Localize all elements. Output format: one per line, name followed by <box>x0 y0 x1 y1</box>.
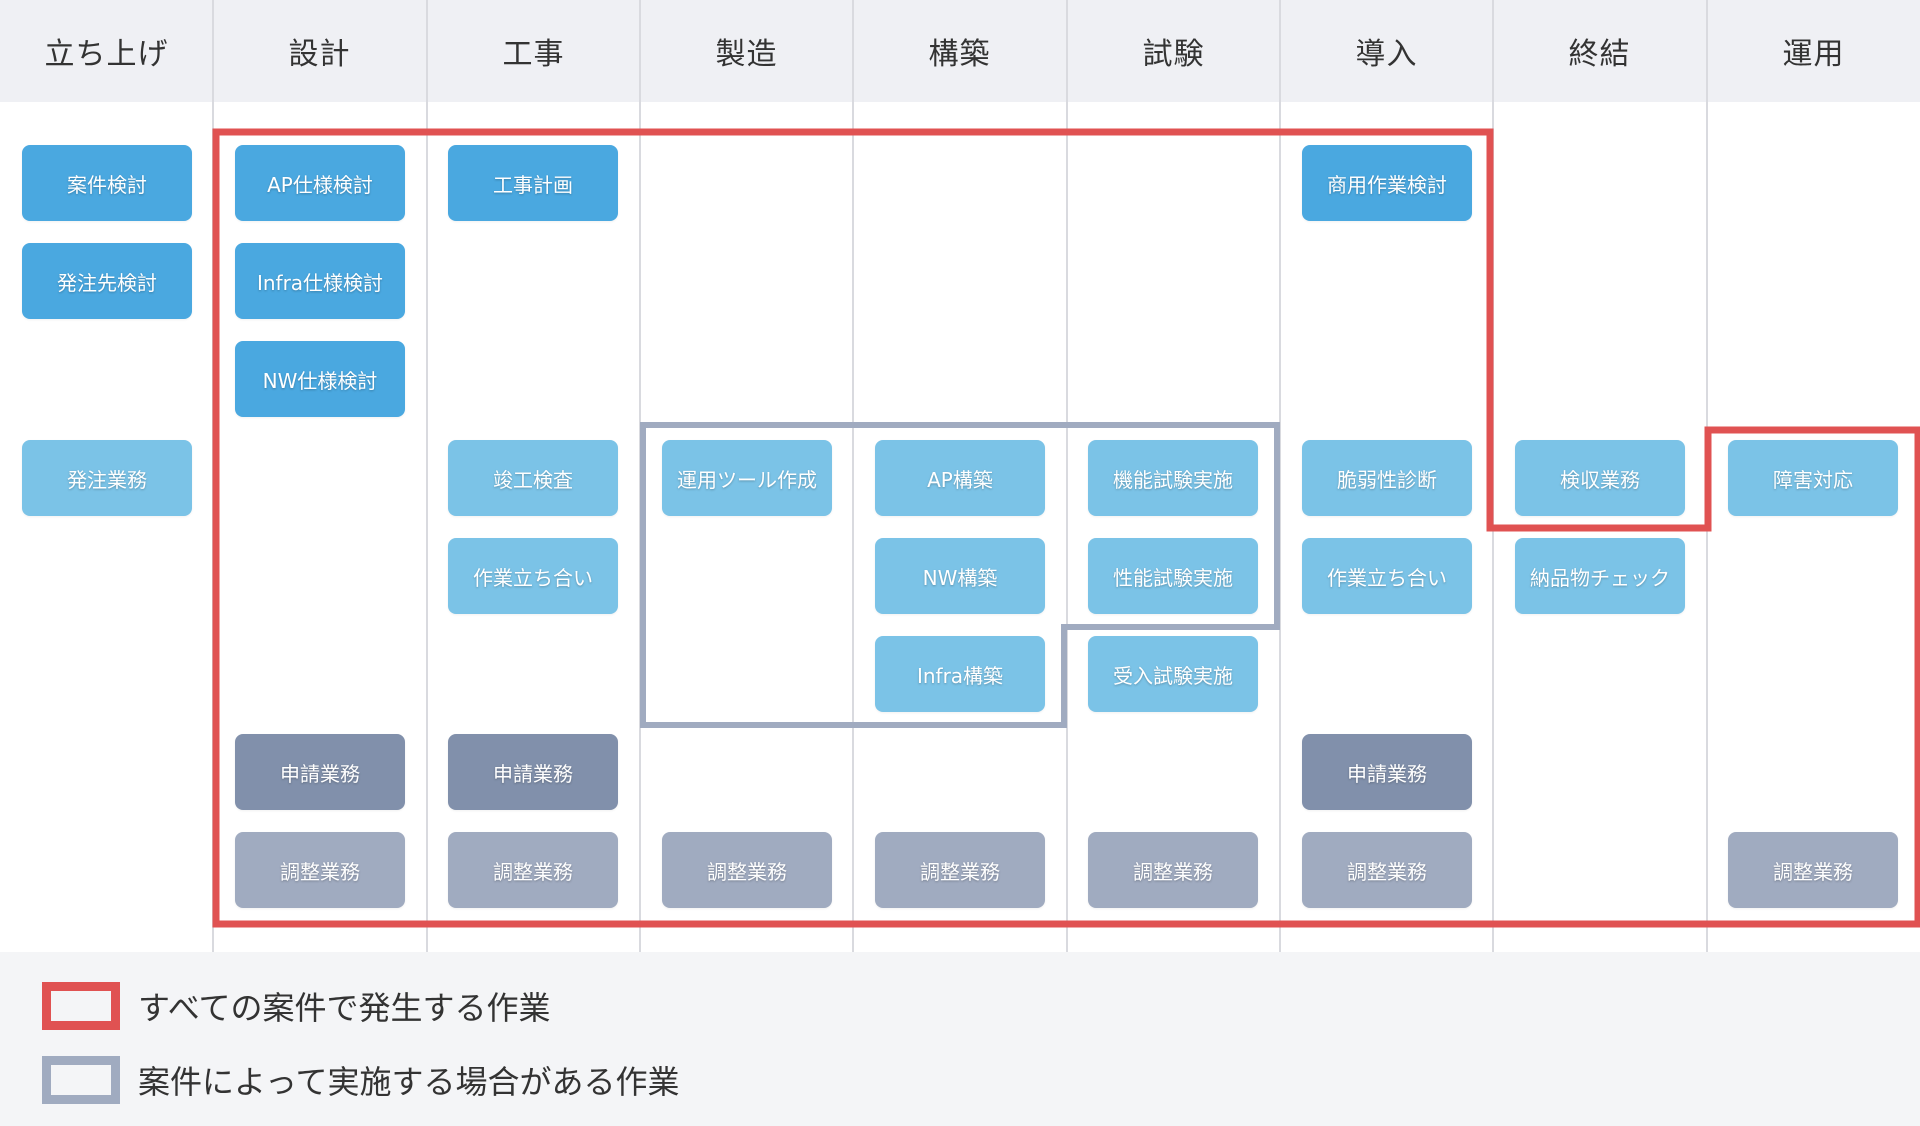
legend-label-optional: 案件によって実施する場合がある作業 <box>138 1063 680 1101</box>
required-work-frame <box>212 128 1920 928</box>
legend-item-required: すべての案件で発生する作業 <box>42 982 550 1030</box>
red-frame-swatch-icon <box>42 982 120 1030</box>
grey-frame-swatch-icon <box>42 1056 120 1104</box>
legend-item-optional: 案件によって実施する場合がある作業 <box>42 1056 679 1104</box>
legend-label-required: すべての案件で発生する作業 <box>138 989 551 1027</box>
legend: すべての案件で発生する作業 案件によって実施する場合がある作業 <box>0 952 1920 1126</box>
optional-work-frame <box>640 422 1280 728</box>
